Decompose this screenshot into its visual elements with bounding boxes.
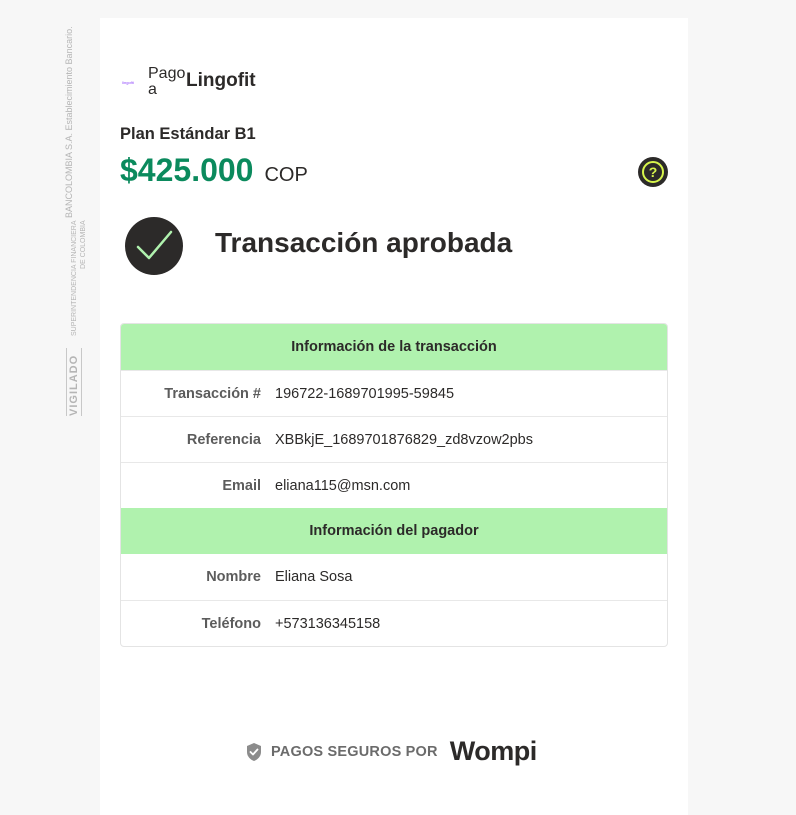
question-mark-icon: ? [642, 161, 664, 183]
superintendencia-line-1: SUPERINTENDENCIA FINANCIERA [71, 220, 78, 336]
wompi-logo: Wompi [449, 736, 538, 767]
regulatory-strip: BANCOLOMBIA S.A. Establecimiento Bancari… [58, 24, 88, 424]
row-label: Email [222, 477, 261, 494]
amount-row: $425.000 COP [120, 152, 308, 189]
table-row: Nombre Eliana Sosa [121, 554, 667, 600]
payer-name-value: Eliana Sosa [275, 569, 353, 585]
row-label: Transacción # [164, 385, 261, 402]
merchant-header: lingofit Pago a Lingofit [122, 65, 256, 98]
secure-payments-label: PAGOS SEGUROS POR [271, 743, 438, 760]
payment-amount: $425.000 [120, 152, 254, 188]
currency-code: COP [264, 164, 308, 186]
payment-summary-card: lingofit Pago a Lingofit Plan Estándar B… [100, 18, 688, 815]
superintendencia-line-2: DE COLOMBIA [80, 220, 87, 269]
email-value: eliana115@msn.com [275, 477, 411, 494]
pago-a-label: Pago a [148, 65, 186, 98]
transaction-id-value: 196722-1689701995-59845 [275, 385, 455, 402]
transaction-status-title: Transacción aprobada [215, 227, 513, 258]
status-check-badge [125, 217, 183, 275]
table-row: Email eliana115@msn.com [121, 462, 667, 508]
payer-info-header: Información del pagador [121, 508, 667, 554]
superintendencia-text: SUPERINTENDENCIA FINANCIERA DE COLOMBIA [70, 220, 88, 350]
transaction-info-table: Información de la transacción Transacció… [120, 323, 668, 647]
secure-payment-footer: PAGOS SEGUROS POR Wompi [246, 736, 537, 767]
reference-value: XBBkjE_1689701876829_zd8vzow2pbs [275, 431, 533, 448]
wompi-brand-text: Wompi [449, 736, 538, 766]
plan-name: Plan Estándar B1 [120, 125, 256, 143]
check-icon [136, 230, 173, 260]
merchant-logo: lingofit [122, 79, 134, 85]
row-label: Referencia [186, 431, 261, 448]
row-label: Nombre [206, 569, 261, 585]
shield-icon [247, 742, 261, 761]
bank-legal-text: BANCOLOMBIA S.A. Establecimiento Bancari… [64, 26, 74, 218]
help-button[interactable]: ? [638, 157, 668, 187]
table-row: Referencia XBBkjE_1689701876829_zd8vzow2… [121, 416, 667, 462]
table-row: Transacción # 196722-1689701995-59845 [121, 370, 667, 416]
row-label: Teléfono [201, 615, 261, 632]
payer-phone-value: +573136345158 [275, 615, 381, 632]
merchant-name: Lingofit [186, 70, 256, 91]
vigilado-seal: VIGILADO [66, 348, 82, 416]
table-row: Teléfono +573136345158 [121, 600, 667, 646]
transaction-info-header: Información de la transacción [121, 324, 667, 370]
